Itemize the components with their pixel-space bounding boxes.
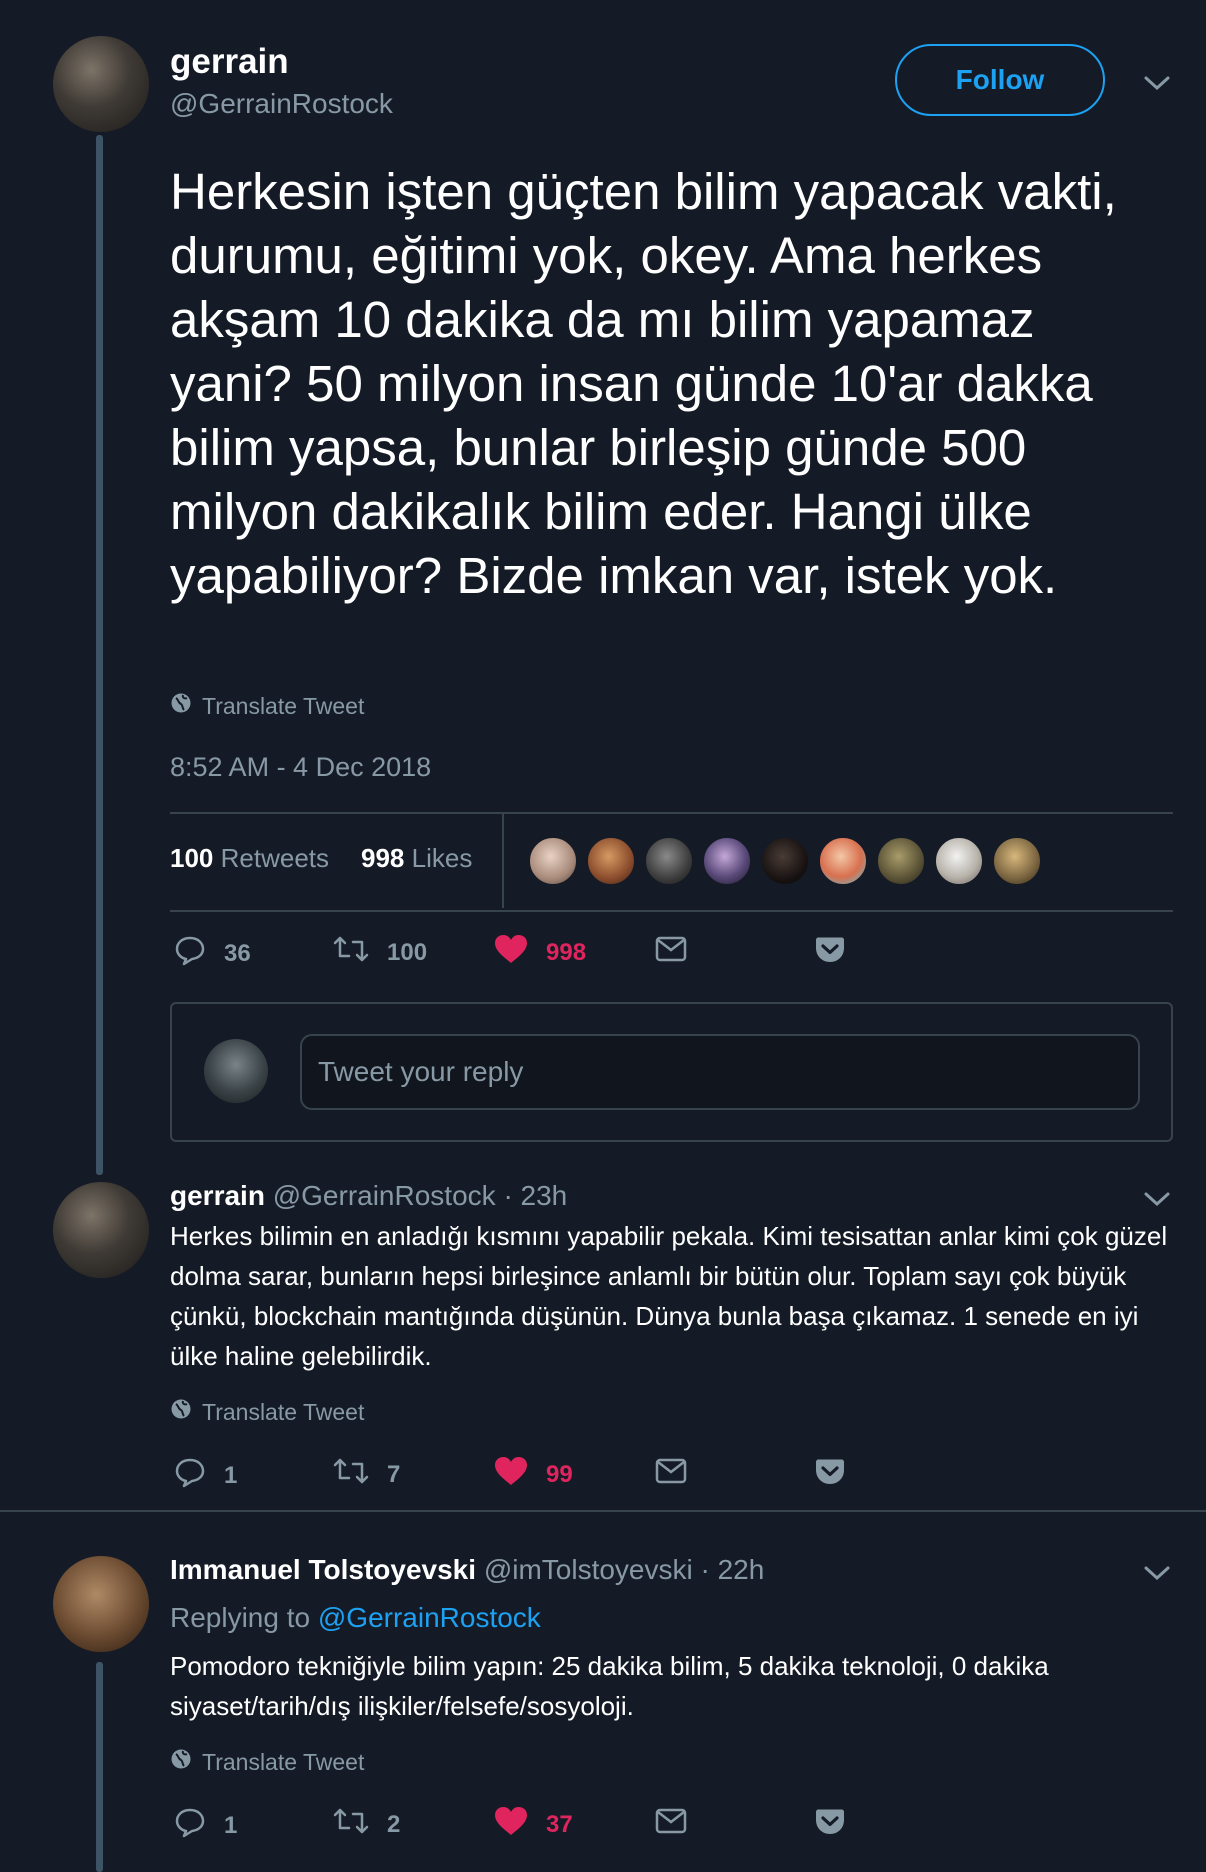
thread-line-reply: [96, 1662, 103, 1872]
direct-message-button[interactable]: [655, 1808, 687, 1841]
reply-input[interactable]: Tweet your reply: [300, 1034, 1140, 1110]
stats-divider: [502, 814, 504, 908]
translate-label: Translate Tweet: [202, 1398, 365, 1425]
replying-to-prefix: Replying to: [170, 1602, 311, 1633]
liker-avatar[interactable]: [528, 836, 578, 886]
author-handle[interactable]: @GerrainRostock: [170, 88, 393, 120]
reply-count: 36: [224, 939, 251, 967]
reply-time[interactable]: · 22h: [701, 1554, 765, 1585]
reply-icon: [174, 934, 206, 973]
chevron-down-icon[interactable]: [1143, 1190, 1171, 1208]
pocket-icon: [814, 1808, 846, 1843]
retweet-count: 7: [387, 1460, 401, 1488]
retweet-count: 100: [387, 938, 428, 966]
reply-button[interactable]: 1: [174, 1456, 237, 1495]
likes-count: 998: [361, 843, 405, 873]
tweet-divider: [0, 1510, 1206, 1512]
reply-button[interactable]: 36: [174, 934, 251, 973]
reply-icon: [174, 1806, 206, 1845]
reply-count: 1: [224, 1461, 238, 1489]
pocket-button[interactable]: [814, 1808, 846, 1843]
liker-avatar[interactable]: [934, 836, 984, 886]
liker-avatar[interactable]: [818, 836, 868, 886]
globe-icon: [170, 1398, 192, 1426]
reply-header: gerrain @GerrainRostock · 23h: [170, 1180, 567, 1212]
retweet-button[interactable]: 7: [333, 1456, 400, 1493]
author-name[interactable]: gerrain: [170, 42, 289, 82]
heart-icon: [494, 934, 528, 971]
reply-count: 1: [224, 1811, 238, 1839]
translate-tweet-link[interactable]: Translate Tweet: [170, 692, 364, 720]
pocket-button[interactable]: [814, 936, 846, 971]
like-button[interactable]: 37: [494, 1806, 573, 1843]
liker-avatar[interactable]: [992, 836, 1042, 886]
pocket-button[interactable]: [814, 1458, 846, 1493]
reply-text: Pomodoro tekniğiyle bilim yapın: 25 daki…: [170, 1651, 1049, 1721]
liker-avatar[interactable]: [644, 836, 694, 886]
author-name[interactable]: Immanuel Tolstoyevski: [170, 1554, 476, 1585]
liker-avatar[interactable]: [876, 836, 926, 886]
retweet-icon: [333, 934, 369, 971]
translate-tweet-link[interactable]: Translate Tweet: [170, 1398, 364, 1426]
translate-tweet-link[interactable]: Translate Tweet: [170, 1748, 364, 1776]
reply-time[interactable]: · 23h: [503, 1180, 567, 1211]
tweet-timestamp[interactable]: 8:52 AM - 4 Dec 2018: [170, 752, 431, 783]
like-count: 998: [546, 938, 587, 966]
reply-header: Immanuel Tolstoyevski @imTolstoyevski · …: [170, 1554, 764, 1586]
retweet-icon: [333, 1456, 369, 1493]
my-avatar[interactable]: [204, 1039, 268, 1103]
author-handle[interactable]: @GerrainRostock: [273, 1180, 496, 1211]
reply-button[interactable]: 1: [174, 1806, 237, 1845]
follow-button[interactable]: Follow: [895, 44, 1105, 116]
likes-label: Likes: [411, 843, 473, 873]
replying-to: Replying to @GerrainRostock: [170, 1602, 541, 1634]
reply-icon: [174, 1456, 206, 1495]
retweet-count: 2: [387, 1810, 401, 1838]
retweet-button[interactable]: 100: [333, 934, 427, 971]
liker-avatar[interactable]: [586, 836, 636, 886]
heart-icon: [494, 1456, 528, 1493]
direct-message-button[interactable]: [655, 1458, 687, 1491]
retweet-button[interactable]: 2: [333, 1806, 400, 1843]
liker-avatar[interactable]: [702, 836, 752, 886]
avatar[interactable]: [53, 36, 149, 132]
globe-icon: [170, 692, 192, 720]
retweet-icon: [333, 1806, 369, 1843]
author-name[interactable]: gerrain: [170, 1180, 265, 1211]
liker-avatar[interactable]: [760, 836, 810, 886]
chevron-down-icon[interactable]: [1143, 74, 1171, 92]
translate-label: Translate Tweet: [202, 1748, 365, 1775]
avatar[interactable]: [53, 1556, 149, 1652]
avatar[interactable]: [53, 1182, 149, 1278]
retweets-label: Retweets: [220, 843, 330, 873]
heart-icon: [494, 1806, 528, 1843]
like-count: 37: [546, 1810, 573, 1838]
pocket-icon: [814, 1458, 846, 1493]
envelope-icon: [655, 1458, 687, 1491]
replying-to-handle[interactable]: @GerrainRostock: [318, 1602, 541, 1633]
direct-message-button[interactable]: [655, 936, 687, 969]
author-handle[interactable]: @imTolstoyevski: [484, 1554, 693, 1585]
like-count: 99: [546, 1460, 573, 1488]
like-button[interactable]: 99: [494, 1456, 573, 1493]
pocket-icon: [814, 936, 846, 971]
envelope-icon: [655, 1808, 687, 1841]
globe-icon: [170, 1748, 192, 1776]
reply-text: Herkes bilimin en anladığı kısmını yapab…: [170, 1221, 1168, 1371]
likes-stat[interactable]: 998 Likes: [361, 843, 472, 874]
like-button[interactable]: 998: [494, 934, 586, 971]
envelope-icon: [655, 936, 687, 969]
tweet-text: Herkesin işten güçten bilim yapacak vakt…: [170, 163, 1117, 604]
translate-label: Translate Tweet: [202, 692, 365, 719]
chevron-down-icon[interactable]: [1143, 1564, 1171, 1582]
retweets-stat[interactable]: 100 Retweets: [170, 843, 329, 874]
thread-line-main: [96, 135, 103, 1175]
retweets-count: 100: [170, 843, 214, 873]
